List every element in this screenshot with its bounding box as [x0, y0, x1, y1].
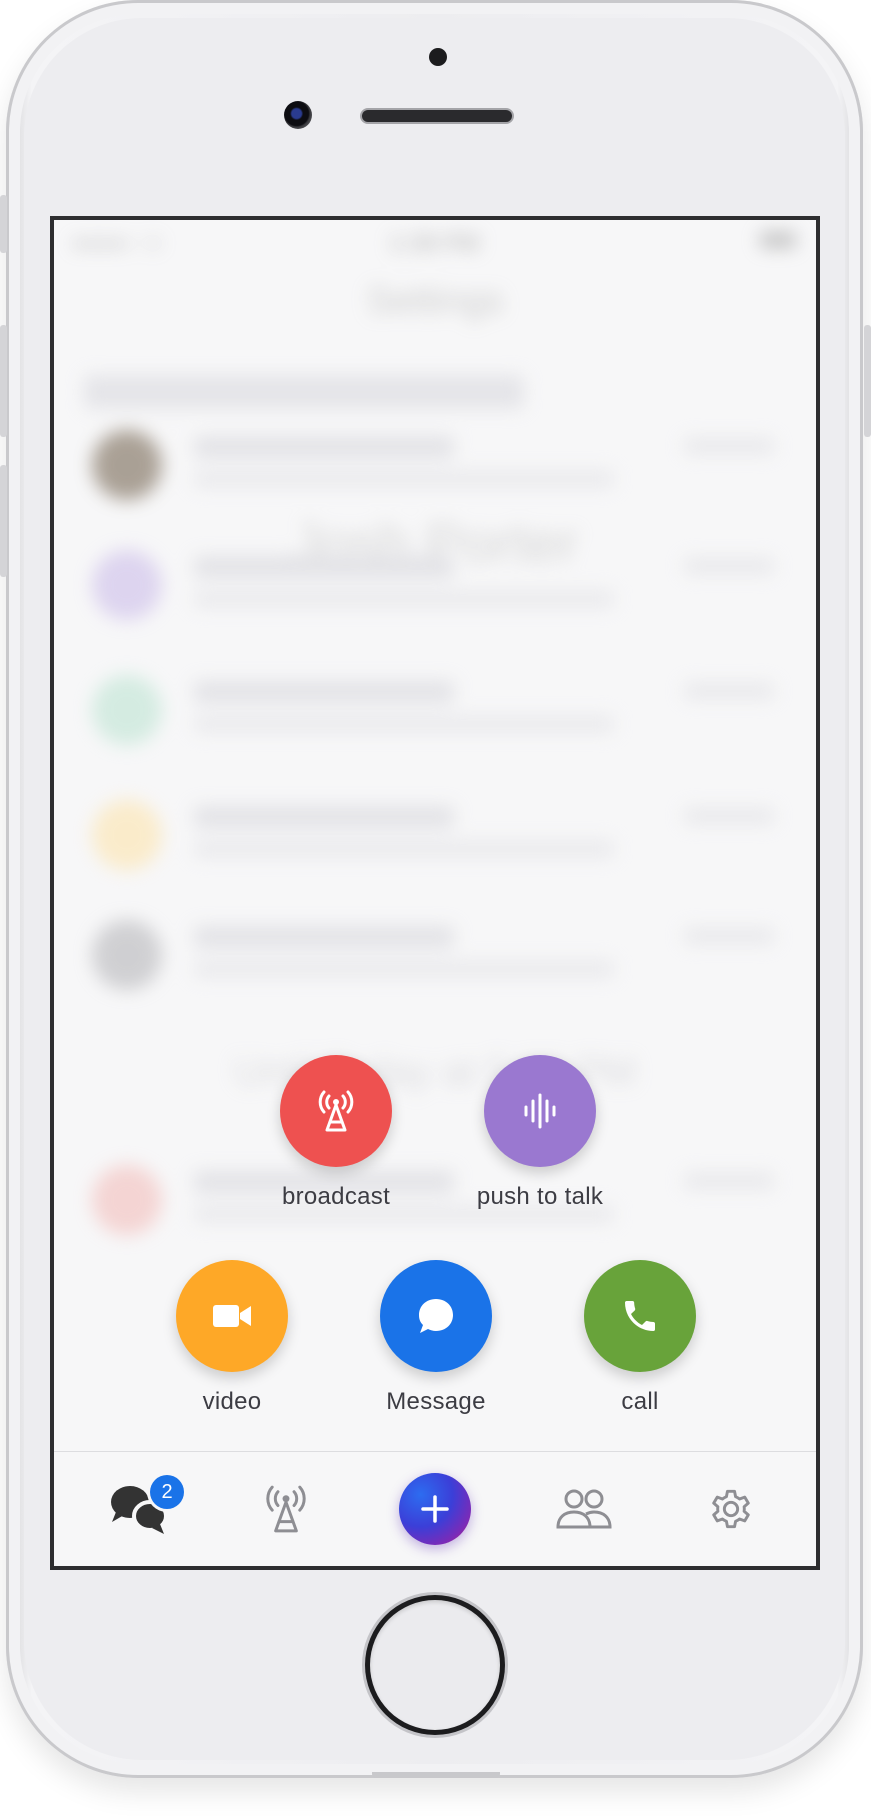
tab-contacts[interactable] [534, 1452, 634, 1566]
tab-settings[interactable] [681, 1452, 781, 1566]
signal-indicator: ●●●●○ ≎ [72, 230, 163, 255]
video-camera-icon [213, 1305, 251, 1327]
push-to-talk-label: push to talk [476, 1183, 604, 1210]
people-icon [556, 1489, 612, 1529]
broadcast-button[interactable] [280, 1055, 392, 1167]
status-time: 1:38 PM [389, 230, 480, 257]
avatar [92, 920, 162, 990]
video-button[interactable] [176, 1260, 288, 1372]
app-screen: ●●●●○ ≎ 1:38 PM Settings Josh Porter Unt… [54, 220, 816, 1566]
unread-badge: 2 [150, 1475, 184, 1509]
list-item [84, 550, 784, 620]
call-label: call [621, 1388, 659, 1415]
page-title: Settings [366, 280, 504, 322]
broadcast-action[interactable]: broadcast [236, 1055, 436, 1211]
tab-broadcast[interactable] [236, 1452, 336, 1566]
front-camera [284, 101, 312, 129]
new-button[interactable] [399, 1473, 471, 1545]
call-button[interactable] [584, 1260, 696, 1372]
video-label: video [202, 1388, 262, 1415]
avatar [92, 675, 162, 745]
gear-icon [712, 1489, 750, 1529]
volume-up-button [0, 325, 7, 437]
avatar [92, 430, 162, 500]
section-header [84, 375, 524, 409]
broadcast-tower-icon [318, 1090, 354, 1132]
plus-icon [421, 1495, 449, 1523]
push-to-talk-action[interactable]: push to talk [440, 1055, 640, 1211]
video-action[interactable]: video [132, 1260, 332, 1416]
avatar [92, 800, 162, 870]
status-bar: ●●●●○ ≎ 1:38 PM [54, 220, 816, 260]
bottom-notch [372, 1772, 500, 1778]
avatar [92, 550, 162, 620]
audio-wave-icon [524, 1093, 556, 1129]
list-item [84, 675, 784, 745]
tab-bar: 2 [54, 1451, 816, 1566]
list-item [84, 920, 784, 990]
volume-down-button [0, 465, 7, 577]
message-button[interactable] [380, 1260, 492, 1372]
broadcast-label: broadcast [281, 1183, 391, 1210]
tab-new[interactable] [385, 1452, 485, 1566]
list-item [84, 800, 784, 870]
tab-chats[interactable]: 2 [89, 1452, 189, 1566]
home-button[interactable] [370, 1600, 500, 1730]
message-action[interactable]: Message [336, 1260, 536, 1416]
earpiece-speaker [362, 110, 512, 122]
push-to-talk-button[interactable] [484, 1055, 596, 1167]
battery-icon [760, 232, 796, 248]
phone-icon [625, 1301, 655, 1331]
call-action[interactable]: call [540, 1260, 740, 1416]
message-label: Message [386, 1388, 486, 1415]
chat-bubble-icon [419, 1299, 453, 1333]
mute-switch [0, 195, 7, 253]
proximity-sensor [429, 48, 447, 66]
list-item [84, 430, 784, 500]
avatar [92, 1165, 162, 1235]
power-button [864, 325, 871, 437]
broadcast-tower-icon [266, 1485, 306, 1533]
